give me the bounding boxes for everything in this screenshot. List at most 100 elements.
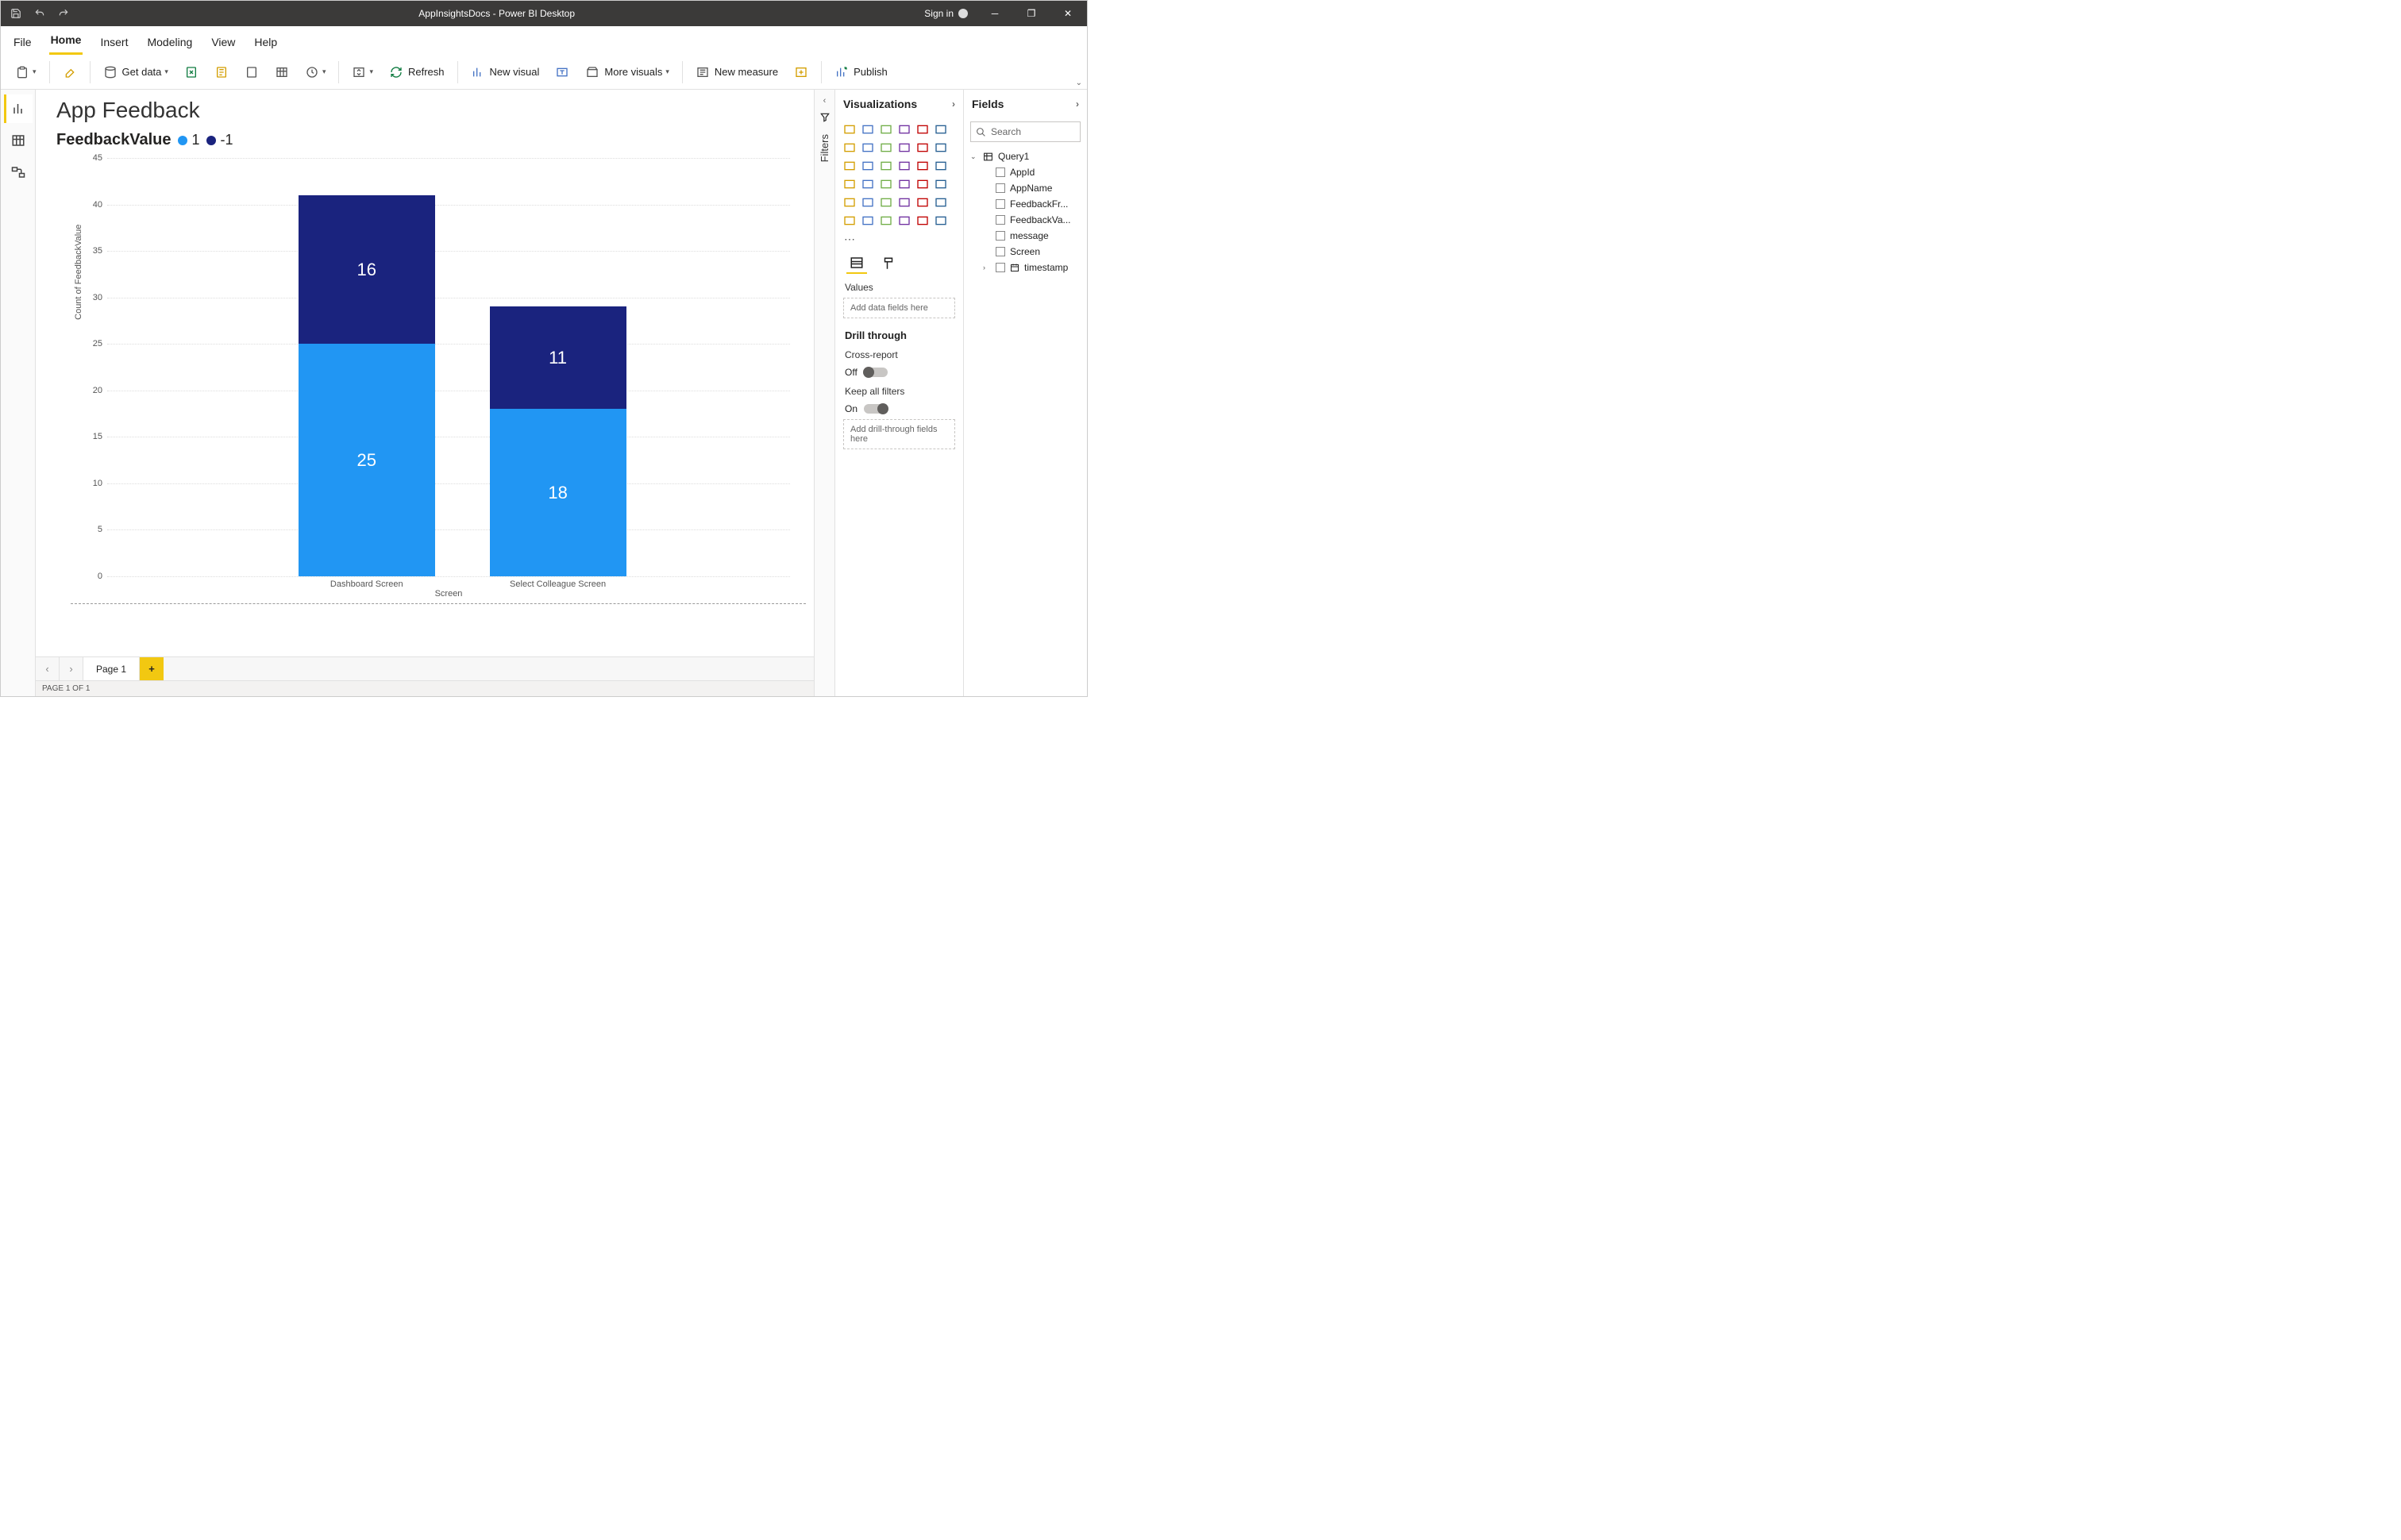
- chevron-right-icon[interactable]: ›: [952, 98, 955, 110]
- viz-type-button[interactable]: [842, 176, 858, 192]
- viz-type-button[interactable]: [860, 140, 876, 156]
- viz-type-button[interactable]: [842, 213, 858, 229]
- viz-type-button[interactable]: [915, 121, 931, 137]
- legend-dot-2: [206, 136, 216, 145]
- page-prev-button[interactable]: ‹: [36, 657, 60, 680]
- refresh-button[interactable]: Refresh: [383, 62, 451, 83]
- fields-well-button[interactable]: [846, 253, 867, 274]
- tab-file[interactable]: File: [12, 29, 33, 55]
- viz-type-button[interactable]: [878, 158, 894, 174]
- tab-insert[interactable]: Insert: [98, 29, 129, 55]
- format-painter-button[interactable]: [56, 62, 83, 83]
- excel-button[interactable]: [178, 62, 205, 83]
- tab-home[interactable]: Home: [49, 27, 83, 55]
- tab-help[interactable]: Help: [252, 29, 279, 55]
- sign-in-button[interactable]: Sign in: [918, 8, 974, 19]
- viz-type-button[interactable]: [915, 158, 931, 174]
- transform-data-button[interactable]: ▾: [345, 62, 380, 83]
- viz-type-button[interactable]: [860, 158, 876, 174]
- redo-icon[interactable]: [53, 3, 74, 24]
- viz-type-button[interactable]: [842, 158, 858, 174]
- viz-type-button[interactable]: [896, 158, 912, 174]
- minimize-button[interactable]: ─: [979, 1, 1011, 26]
- viz-type-button[interactable]: [896, 213, 912, 229]
- cross-report-toggle[interactable]: [864, 368, 888, 377]
- recent-sources-button[interactable]: ▾: [299, 62, 333, 83]
- viz-more-button[interactable]: ⋯: [842, 231, 858, 247]
- viz-type-button[interactable]: [896, 140, 912, 156]
- report-canvas[interactable]: App Feedback FeedbackValue 1 -1 Count of…: [36, 90, 814, 656]
- viz-type-button[interactable]: [896, 121, 912, 137]
- viz-type-button[interactable]: [842, 121, 858, 137]
- quick-icon: [794, 65, 808, 79]
- new-measure-button[interactable]: New measure: [689, 62, 784, 83]
- more-visuals-button[interactable]: More visuals▾: [579, 62, 676, 83]
- viz-type-button[interactable]: [915, 194, 931, 210]
- new-visual-button[interactable]: New visual: [464, 62, 546, 83]
- viz-type-button[interactable]: [878, 213, 894, 229]
- page-tab[interactable]: Page 1: [83, 657, 140, 680]
- data-view-button[interactable]: [4, 126, 33, 155]
- viz-type-button[interactable]: [860, 176, 876, 192]
- field-node[interactable]: Screen: [969, 244, 1082, 260]
- filters-pane-collapsed[interactable]: ‹ Filters: [814, 90, 834, 696]
- table-node[interactable]: ⌄Query1: [969, 148, 1082, 164]
- viz-type-button[interactable]: [860, 194, 876, 210]
- viz-type-button[interactable]: [933, 140, 949, 156]
- sql-icon: [245, 65, 259, 79]
- format-button[interactable]: [878, 253, 899, 274]
- bar-segment[interactable]: 18: [490, 409, 626, 576]
- maximize-button[interactable]: ❐: [1016, 1, 1047, 26]
- field-node[interactable]: message: [969, 228, 1082, 244]
- viz-type-button[interactable]: [933, 121, 949, 137]
- report-view-button[interactable]: [4, 94, 33, 123]
- save-icon[interactable]: [6, 3, 26, 24]
- viz-type-button[interactable]: [915, 176, 931, 192]
- field-node[interactable]: AppId: [969, 164, 1082, 180]
- drillthrough-well[interactable]: Add drill-through fields here: [843, 419, 955, 449]
- viz-type-button[interactable]: [933, 213, 949, 229]
- viz-type-button[interactable]: [896, 194, 912, 210]
- viz-type-button[interactable]: [878, 140, 894, 156]
- values-well[interactable]: Add data fields here: [843, 298, 955, 318]
- bar-segment[interactable]: 25: [299, 344, 435, 576]
- field-node[interactable]: AppName: [969, 180, 1082, 196]
- chevron-right-icon[interactable]: ›: [1076, 98, 1079, 110]
- viz-type-button[interactable]: [933, 194, 949, 210]
- viz-type-button[interactable]: [842, 194, 858, 210]
- get-data-button[interactable]: Get data▾: [97, 62, 175, 83]
- bar-segment[interactable]: 11: [490, 306, 626, 409]
- paste-button[interactable]: ▾: [9, 62, 43, 83]
- ribbon-expand-icon[interactable]: ⌄: [1076, 79, 1082, 87]
- text-box-button[interactable]: [549, 62, 576, 83]
- pbi-datasets-button[interactable]: [208, 62, 235, 83]
- close-button[interactable]: ✕: [1052, 1, 1084, 26]
- undo-icon[interactable]: [29, 3, 50, 24]
- keep-filters-toggle[interactable]: [864, 404, 888, 414]
- tab-view[interactable]: View: [210, 29, 237, 55]
- publish-button[interactable]: Publish: [828, 62, 894, 83]
- field-node[interactable]: FeedbackFr...: [969, 196, 1082, 212]
- viz-type-button[interactable]: [896, 176, 912, 192]
- viz-type-button[interactable]: [842, 140, 858, 156]
- viz-type-button[interactable]: [915, 213, 931, 229]
- enter-data-button[interactable]: [268, 62, 295, 83]
- model-view-button[interactable]: [4, 158, 33, 187]
- sql-button[interactable]: [238, 62, 265, 83]
- tab-modeling[interactable]: Modeling: [145, 29, 194, 55]
- page-next-button[interactable]: ›: [60, 657, 83, 680]
- fields-search-input[interactable]: Search: [970, 121, 1081, 142]
- quick-measure-button[interactable]: [788, 62, 815, 83]
- viz-type-button[interactable]: [878, 121, 894, 137]
- field-node[interactable]: ›timestamp: [969, 260, 1082, 275]
- viz-type-button[interactable]: [860, 213, 876, 229]
- viz-type-button[interactable]: [933, 158, 949, 174]
- viz-type-button[interactable]: [933, 176, 949, 192]
- field-node[interactable]: FeedbackVa...: [969, 212, 1082, 228]
- viz-type-button[interactable]: [878, 176, 894, 192]
- viz-type-button[interactable]: [878, 194, 894, 210]
- viz-type-button[interactable]: [915, 140, 931, 156]
- bar-segment[interactable]: 16: [299, 195, 435, 344]
- viz-type-button[interactable]: [860, 121, 876, 137]
- add-page-button[interactable]: +: [140, 657, 164, 680]
